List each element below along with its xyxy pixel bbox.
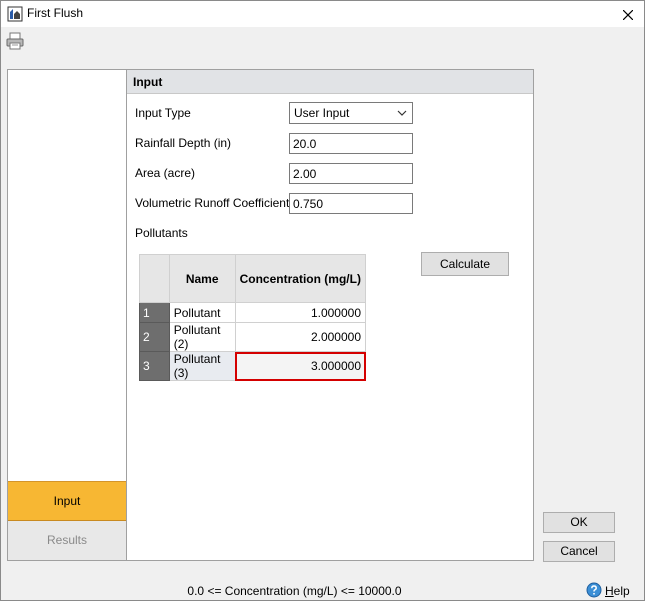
title-bar: First Flush <box>1 1 644 27</box>
pollutant-name-cell[interactable]: Pollutant (2) <box>168 322 236 352</box>
table-row[interactable]: 2 Pollutant (2) 2.000000 <box>139 322 367 352</box>
runoff-coefficient-label: Volumetric Runoff Coefficient <box>135 196 290 210</box>
nav-item-results[interactable]: Results <box>8 521 126 560</box>
status-message: 0.0 <= Concentration (mg/L) <= 10000.0 <box>187 584 402 598</box>
concentration-cell[interactable]: 2.000000 <box>234 322 367 352</box>
close-icon <box>622 9 634 21</box>
runoff-coefficient-field[interactable] <box>289 193 413 214</box>
help-icon[interactable] <box>586 582 602 598</box>
pollutants-table: Name Concentration (mg/L) 1 Pollutant 1.… <box>139 254 367 381</box>
concentration-cell[interactable]: 1.000000 <box>234 302 367 323</box>
row-number[interactable]: 3 <box>139 351 170 381</box>
printer-icon[interactable] <box>5 32 25 50</box>
rainfall-depth-field[interactable] <box>289 133 413 154</box>
first-flush-dialog: First Flush Input Results Input Input Ty… <box>0 0 645 601</box>
toolbar <box>1 27 644 57</box>
cancel-button[interactable]: Cancel <box>543 541 615 562</box>
chevron-down-icon <box>397 110 407 116</box>
section-title: Input <box>127 70 533 94</box>
rainfall-depth-label: Rainfall Depth (in) <box>135 136 232 150</box>
help-link-rest: elp <box>613 584 630 598</box>
input-type-select[interactable]: User Input <box>289 102 413 124</box>
area-field[interactable] <box>289 163 413 184</box>
help-link-mnemonic: H <box>605 584 614 598</box>
concentration-cell-invalid[interactable]: 3.000000 <box>234 351 367 381</box>
input-type-label: Input Type <box>135 106 191 120</box>
table-corner <box>139 254 170 303</box>
table-row[interactable]: 3 Pollutant (3) 3.000000 <box>139 351 367 381</box>
nav-item-input[interactable]: Input <box>8 481 126 521</box>
area-label: Area (acre) <box>135 166 196 180</box>
input-type-value: User Input <box>294 106 350 120</box>
calculate-button[interactable]: Calculate <box>421 252 509 276</box>
pollutants-label: Pollutants <box>135 226 188 240</box>
table-row[interactable]: 1 Pollutant 1.000000 <box>139 302 367 323</box>
input-panel: Input Input Type User Input Rainfall Dep… <box>127 69 534 561</box>
row-number[interactable]: 1 <box>139 302 170 323</box>
ok-button[interactable]: OK <box>543 512 615 533</box>
pollutant-name-cell[interactable]: Pollutant <box>168 302 236 323</box>
app-icon <box>7 6 23 22</box>
close-button[interactable] <box>612 1 644 27</box>
window-title: First Flush <box>27 6 84 20</box>
column-header-concentration[interactable]: Concentration (mg/L) <box>234 254 367 303</box>
help-link[interactable]: Help <box>605 584 630 598</box>
pollutant-name-cell[interactable]: Pollutant (3) <box>168 351 236 381</box>
table-header-row: Name Concentration (mg/L) <box>139 254 367 303</box>
column-header-name[interactable]: Name <box>168 254 236 303</box>
navigation-panel: Input Results <box>7 69 127 561</box>
row-number[interactable]: 2 <box>139 322 170 352</box>
